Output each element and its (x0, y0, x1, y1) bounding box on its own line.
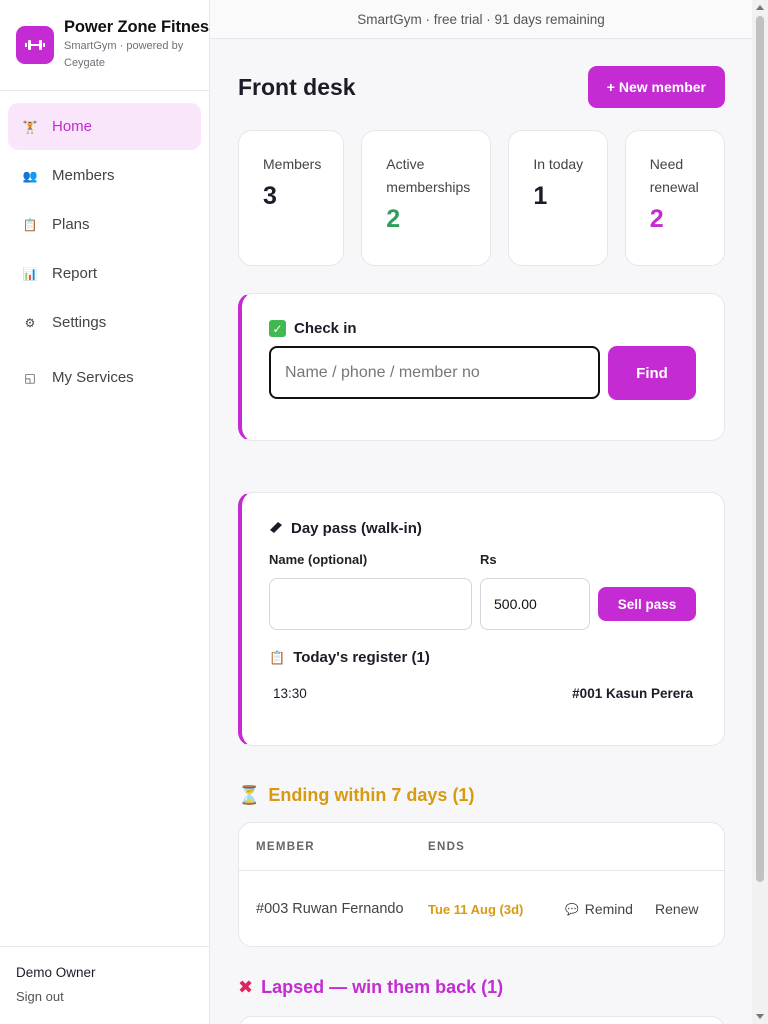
sidebar-footer: Demo Owner Sign out (0, 946, 209, 1024)
scroll-up-arrow-icon[interactable] (756, 5, 764, 10)
end-date: Tue 11 Aug (3d) (428, 901, 524, 917)
stat-value: 1 (533, 182, 548, 210)
clipboard-icon: 📋 (269, 649, 286, 665)
day-pass-amount-input[interactable] (480, 578, 590, 630)
stat-card-members: Members 3 (238, 130, 345, 266)
sidebar-item-label: Plans (52, 216, 90, 233)
user-name: Demo Owner (16, 965, 96, 980)
speech-bubble-icon: 💬 (565, 903, 579, 916)
sidebar-item-label: Home (52, 118, 93, 135)
sidebar-nav: 🏋 Home 👥 Members 📋 Plans 📊 Report ⚙ Sett… (0, 91, 209, 401)
stat-card-in-today: In today 1 (508, 130, 608, 266)
clipboard-icon: 📋 (22, 217, 38, 232)
register-member: #001 Kasun Perera (572, 686, 693, 701)
name-optional-label: Name (optional) (269, 552, 368, 567)
dumbbell-icon (16, 26, 54, 64)
column-header-ends: ENDS (428, 840, 466, 853)
home-icon: 🏋 (22, 119, 38, 134)
sidebar-item-report[interactable]: 📊 Report (8, 250, 201, 297)
register-title: 📋 Today's register (1) (269, 649, 724, 666)
stat-label: Need renewal (649, 156, 699, 195)
table-header: MEMBER ENDS (239, 823, 724, 871)
sidebar-item-label: Report (52, 265, 98, 282)
gear-icon: ⚙ (24, 315, 36, 330)
brand: Power Zone Fitness SmartGym · powered by… (0, 0, 218, 91)
ticket-icon (269, 521, 283, 536)
check-in-search-input[interactable] (269, 346, 600, 399)
brand-name: Power Zone Fitness (64, 18, 219, 36)
stat-value: 3 (263, 182, 277, 210)
trial-banner: SmartGym · free trial · 91 days remainin… (210, 0, 752, 39)
new-member-button[interactable]: + New member (587, 66, 725, 108)
day-pass-label: Day pass (walk-in) (291, 520, 422, 537)
ending-table: MEMBER ENDS #003 Ruwan Fernando Tue 11 A… (238, 822, 725, 947)
day-pass-title: Day pass (walk-in) (269, 520, 724, 537)
lapsed-table (238, 1016, 725, 1024)
scroll-thumb[interactable] (756, 16, 764, 882)
stat-value: 2 (649, 205, 664, 233)
services-icon: ◱ (24, 370, 36, 385)
page-title: Front desk (238, 73, 356, 100)
lapsed-section-title: ✖ Lapsed — win them back (1) (238, 977, 725, 998)
stat-value: 2 (386, 205, 401, 233)
sidebar-item-members[interactable]: 👥 Members (8, 152, 201, 199)
sign-out-link[interactable]: Sign out (16, 989, 193, 1004)
bar-chart-icon: 📊 (22, 266, 38, 281)
stat-label: Active memberships (386, 156, 471, 195)
renew-button[interactable]: Renew (655, 901, 699, 917)
hourglass-icon: ⏳ (238, 785, 261, 805)
sidebar-item-home[interactable]: 🏋 Home (8, 103, 201, 150)
stat-card-need-renewal: Need renewal 2 (624, 130, 726, 266)
day-pass-name-input[interactable] (269, 578, 472, 630)
brand-subtitle: SmartGym · powered by Ceygate (64, 40, 184, 69)
column-header-member: MEMBER (256, 840, 315, 853)
stat-card-active-memberships: Active memberships 2 (361, 130, 492, 266)
stat-label: Members (263, 156, 322, 172)
sell-pass-button[interactable]: Sell pass (598, 587, 696, 621)
find-button[interactable]: Find (608, 346, 696, 400)
ending-label: Ending within 7 days (1) (268, 785, 475, 805)
amount-label: Rs (480, 552, 497, 567)
ending-section-title: ⏳ Ending within 7 days (1) (238, 785, 725, 806)
register-row: 13:30 #001 Kasun Perera (269, 686, 724, 701)
sidebar: Power Zone Fitness SmartGym · powered by… (0, 0, 218, 1024)
table-row: #003 Ruwan Fernando Tue 11 Aug (3d) 💬 Re… (239, 871, 724, 947)
remind-button[interactable]: 💬 Remind (565, 901, 633, 917)
check-in-label: Check in (294, 320, 357, 337)
member-name: #003 Ruwan Fernando (256, 900, 404, 917)
lapsed-label: Lapsed — win them back (1) (261, 977, 504, 997)
stats-row: Members 3 Active memberships 2 In today … (238, 130, 726, 266)
check-in-title: ✓ Check in (269, 320, 724, 337)
day-pass-card: Day pass (walk-in) Name (optional) Rs Se… (238, 492, 725, 746)
checkmark-icon: ✓ (269, 320, 286, 337)
stat-label: In today (533, 156, 584, 172)
scroll-down-arrow-icon[interactable] (756, 1014, 764, 1019)
sidebar-item-my-services[interactable]: ◱ My Services (8, 354, 201, 401)
cross-icon: ✖ (238, 977, 254, 997)
scrollbar[interactable] (752, 0, 768, 1024)
register-label: Today's register (1) (293, 649, 430, 666)
sidebar-item-label: Members (52, 167, 115, 184)
sidebar-item-label: My Services (52, 369, 134, 386)
remind-label: Remind (584, 901, 633, 917)
sidebar-item-plans[interactable]: 📋 Plans (8, 201, 201, 248)
register-time: 13:30 (273, 686, 307, 701)
check-in-card: ✓ Check in Find (238, 293, 725, 441)
sidebar-item-settings[interactable]: ⚙ Settings (8, 299, 201, 346)
main-content: Front desk + New member Members 3 Active… (238, 40, 726, 1024)
page-header: Front desk + New member (238, 66, 725, 108)
sidebar-item-label: Settings (52, 314, 107, 331)
members-icon: 👥 (22, 168, 38, 183)
